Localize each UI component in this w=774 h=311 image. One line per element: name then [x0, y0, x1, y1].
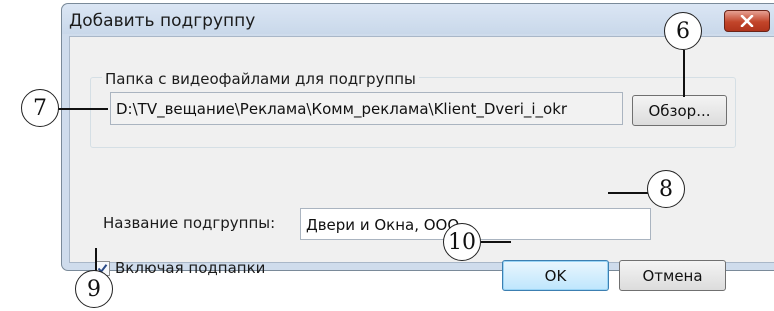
ok-button[interactable]: OK [502, 260, 609, 291]
callout-7: 7 [21, 89, 59, 127]
include-subfolders-label[interactable]: Включая подпапки [115, 259, 265, 277]
callout-7-leader [58, 108, 108, 110]
callout-6: 6 [664, 12, 702, 50]
dialog-body: Папка с видеофайлами для подгруппы D:\TV… [69, 36, 774, 291]
browse-button[interactable]: Обзор... [632, 95, 727, 126]
folder-path-field[interactable]: D:\TV_вещание\Реклама\Комм_реклама\Klien… [110, 92, 623, 125]
add-subgroup-dialog: Добавить подгруппу Папка с видеофайлами … [61, 3, 774, 291]
subgroup-name-label: Название подгруппы: [103, 214, 276, 232]
folder-groupbox-legend: Папка с видеофайлами для подгруппы [102, 70, 419, 88]
callout-9: 9 [75, 270, 113, 308]
callout-10: 10 [443, 223, 481, 261]
callout-8-leader [608, 192, 648, 194]
callout-6-leader [683, 50, 685, 97]
callout-8: 8 [647, 170, 685, 208]
close-icon [740, 15, 754, 27]
screenshot-stage: Добавить подгруппу Папка с видеофайлами … [0, 0, 774, 311]
dialog-title: Добавить подгруппу [69, 11, 256, 31]
close-button[interactable] [724, 10, 770, 32]
cancel-button[interactable]: Отмена [619, 260, 726, 291]
callout-10-leader [481, 241, 511, 243]
